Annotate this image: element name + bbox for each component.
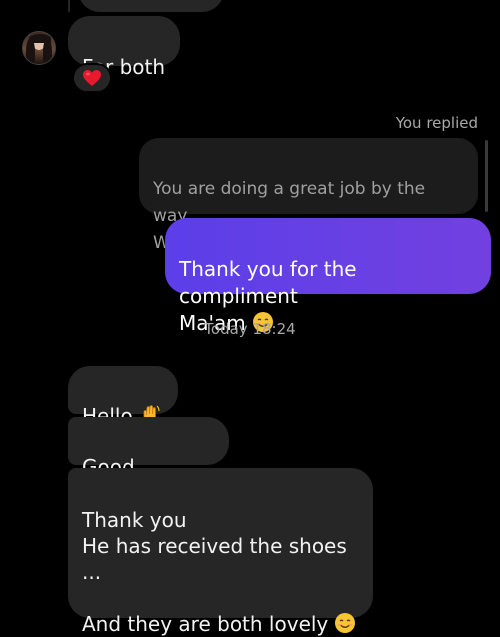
outgoing-message[interactable]: Thank you for the compliment Ma'am [165,218,491,335]
incoming-message-good-evening[interactable]: Good evening [68,417,229,505]
thread-connector [68,0,70,12]
incoming-message-thank-you[interactable]: Thank you He has received the shoes ... … [68,468,373,636]
quoted-message[interactable]: You are doing a great job by the way... … [139,138,478,253]
smiling-face-icon [335,613,356,633]
previous-message-bubble[interactable] [78,0,224,12]
contact-avatar[interactable] [22,31,56,65]
message-text: Thank you He has received the shoes ... … [82,508,347,636]
chat-thread: For both You replied You are doing a gre… [0,0,500,636]
message-timestamp: Today 18:24 [204,320,296,338]
quote-indicator-bar [485,140,488,212]
incoming-message-hello[interactable]: Hello [68,366,178,428]
incoming-message-for-both[interactable]: For both [68,16,180,79]
red-heart-icon [83,70,101,86]
you-replied-label: You replied [395,114,478,132]
message-reaction[interactable] [72,63,112,93]
